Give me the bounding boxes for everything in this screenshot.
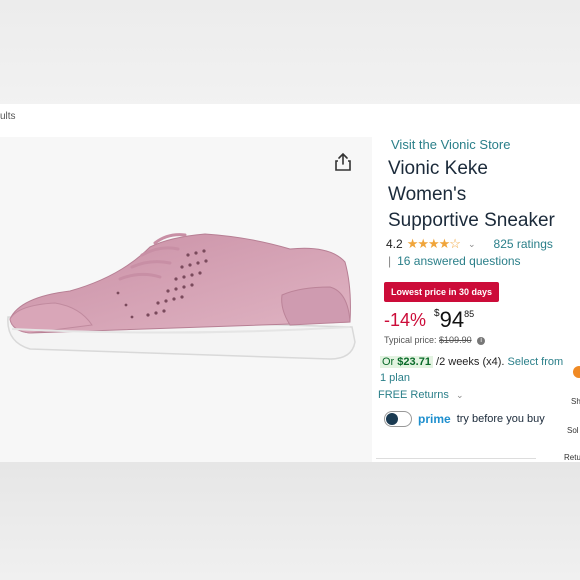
installment-highlight: Or $23.71 xyxy=(380,356,433,368)
side-panel-text: Sh xyxy=(571,397,580,406)
prime-try-before-you-buy: prime try before you buy xyxy=(384,411,545,427)
installment-offer: Or $23.71 /2 weeks (x4). Select from 1 p… xyxy=(380,354,570,386)
typical-price-value: $109.90 xyxy=(439,335,472,345)
product-title: Vionic Keke Women's Supportive Sneaker xyxy=(388,156,578,234)
rating-value: 4.2 xyxy=(386,237,403,251)
free-returns-label[interactable]: FREE Returns xyxy=(378,389,449,401)
side-panel-text: Retu xyxy=(564,453,580,462)
typical-price: Typical price: $109.90 i xyxy=(384,335,486,345)
toggle-knob xyxy=(386,413,398,425)
buy-box-radio-icon[interactable] xyxy=(573,366,580,378)
share-icon[interactable] xyxy=(334,152,352,172)
side-panel-text: Sol xyxy=(567,426,579,435)
price-whole: 94 xyxy=(439,307,465,332)
divider: | xyxy=(388,254,392,268)
ratings-count-link[interactable]: 825 ratings xyxy=(494,237,553,251)
breadcrumb[interactable]: ults xyxy=(0,111,16,122)
typical-price-label: Typical price: xyxy=(384,335,437,345)
free-returns[interactable]: FREE Returns ⌄ xyxy=(378,389,464,401)
store-link[interactable]: Visit the Vionic Store xyxy=(391,137,510,152)
product-title-line: Vionic Keke xyxy=(388,158,488,179)
prime-text: try before you buy xyxy=(456,413,545,425)
installment-amount: $23.71 xyxy=(397,356,431,368)
deal-badge: Lowest price in 30 days xyxy=(384,282,499,302)
chevron-down-icon[interactable]: ⌄ xyxy=(456,390,464,400)
monitor-bezel-bottom xyxy=(0,462,580,580)
discount-percent: -14% xyxy=(384,310,427,330)
info-icon[interactable]: i xyxy=(477,336,486,345)
price-row: -14% $ 94 85 xyxy=(384,307,474,333)
installment-terms: /2 weeks (x4). xyxy=(436,356,505,368)
answered-questions-link[interactable]: 16 answered questions xyxy=(397,254,520,268)
product-title-line: Women's xyxy=(388,184,467,205)
prime-logo: prime xyxy=(418,412,451,426)
chevron-down-icon[interactable]: ⌄ xyxy=(468,239,476,250)
product-image-pane[interactable] xyxy=(0,137,372,462)
installment-prefix: Or xyxy=(382,356,395,368)
price-fraction: 85 xyxy=(464,309,475,319)
questions-row: | 16 answered questions xyxy=(388,254,521,268)
star-rating-icon[interactable]: ★★★★☆ xyxy=(407,236,461,252)
product-image xyxy=(7,233,356,360)
product-title-line: Supportive Sneaker xyxy=(388,210,555,231)
monitor-bezel-top xyxy=(0,0,580,112)
prime-toggle-icon[interactable] xyxy=(384,411,412,427)
rating-row: 4.2 ★★★★☆ ⌄ 825 ratings xyxy=(386,236,553,252)
